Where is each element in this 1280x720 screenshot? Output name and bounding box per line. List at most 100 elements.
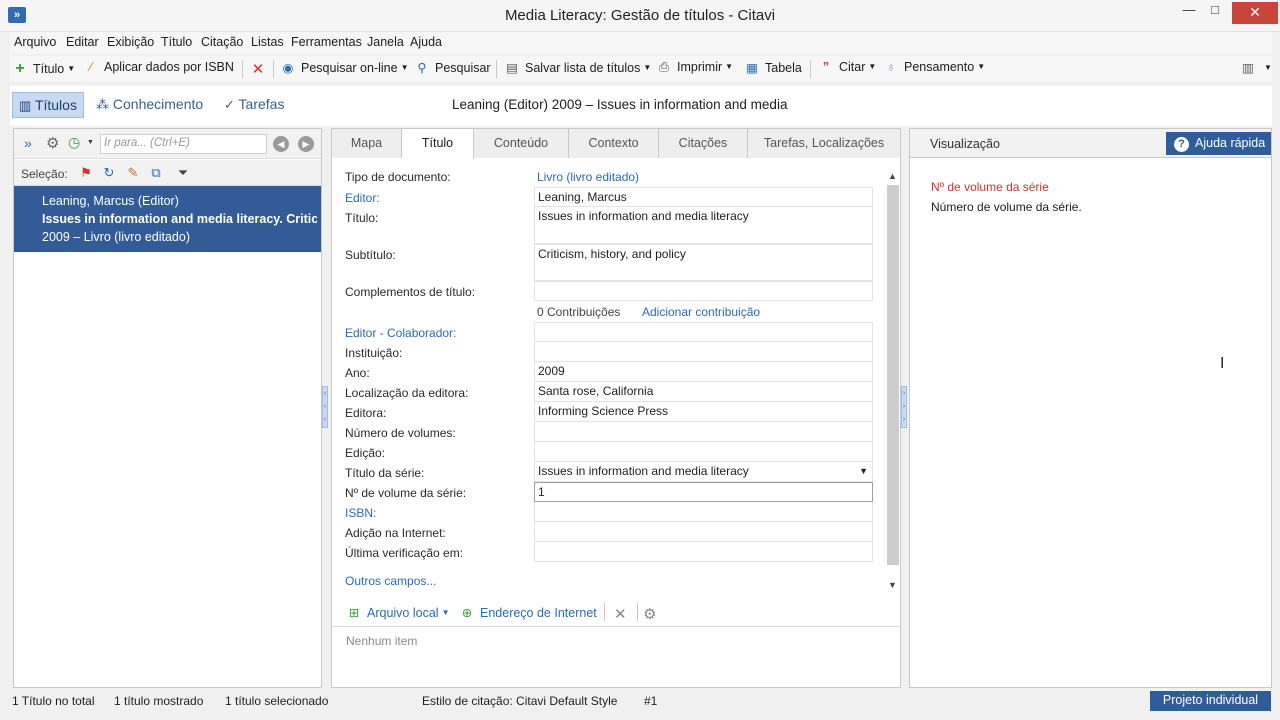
number-of-volumes-field[interactable] bbox=[534, 422, 873, 442]
edition-field[interactable] bbox=[534, 442, 873, 462]
lightbulb-icon: ♁ bbox=[886, 60, 896, 74]
institution-field[interactable] bbox=[534, 342, 873, 362]
menu-editar[interactable]: Editar bbox=[66, 35, 99, 49]
copy-icon[interactable]: ⧉ bbox=[148, 165, 164, 181]
local-file-label: Arquivo local bbox=[367, 606, 439, 620]
tab-contexto[interactable]: Contexto bbox=[569, 129, 659, 158]
tab-tarefas-localizacoes[interactable]: Tarefas, Localizações bbox=[748, 129, 900, 158]
nav-tab-conhecimento-label: Conhecimento bbox=[112, 96, 204, 112]
globe-search-icon: ◉ bbox=[282, 61, 294, 75]
left-splitter[interactable]: ‹ ‹ ‹ bbox=[322, 386, 328, 428]
remove-attachment-button[interactable]: ✕ bbox=[614, 605, 627, 625]
menu-titulo[interactable]: Título bbox=[161, 35, 192, 49]
add-contribution-link[interactable]: Adicionar contribuição bbox=[642, 305, 760, 319]
nav-tab-conhecimento[interactable]: ⁂ Conhecimento bbox=[90, 92, 209, 118]
search-label: Pesquisar bbox=[435, 61, 491, 75]
web-address-icon: ⊕ bbox=[461, 606, 473, 620]
local-file-button[interactable]: ⊞ Arquivo local ▼ bbox=[346, 605, 450, 625]
refresh-icon[interactable]: ↻ bbox=[101, 165, 117, 181]
flag-icon[interactable]: ⚑ bbox=[78, 165, 94, 181]
editor-field[interactable]: Leaning, Marcus bbox=[534, 187, 873, 207]
nav-tab-titulos[interactable]: ▥ Títulos bbox=[12, 92, 84, 118]
tag-icon[interactable]: ✎ bbox=[125, 165, 141, 181]
new-title-button[interactable]: + Título ▼ bbox=[12, 60, 75, 80]
chevron-down-icon[interactable]: ▼ bbox=[87, 139, 94, 146]
search-button[interactable]: ⚲ Pesquisar bbox=[414, 60, 491, 80]
isbn-field[interactable] bbox=[534, 502, 873, 522]
print-button[interactable]: ⎙ Imprimir ▼ bbox=[656, 60, 733, 80]
menu-bar: Arquivo Editar Exibição Título Citação L… bbox=[10, 32, 1272, 54]
save-title-list-button[interactable]: ▤ Salvar lista de títulos ▼ bbox=[504, 60, 651, 80]
last-checked-field[interactable] bbox=[534, 542, 873, 562]
field-label-ano: Ano: bbox=[345, 366, 370, 380]
internet-addition-field[interactable] bbox=[534, 522, 873, 542]
more-fields-link[interactable]: Outros campos... bbox=[345, 574, 436, 588]
form-scrollbar[interactable]: ▲ ▼ bbox=[885, 169, 900, 593]
nav-tab-tarefas[interactable]: ✓ Tarefas bbox=[218, 92, 290, 118]
web-address-button[interactable]: ⊕ Endereço de Internet bbox=[459, 605, 597, 625]
tab-mapa[interactable]: Mapa bbox=[332, 129, 402, 158]
apply-isbn-button[interactable]: ⁄ Aplicar dados por ISBN bbox=[83, 60, 234, 80]
list-toolbar: » ⚙ ◷ ▼ Ir para... (Ctrl+E) ◀ ▶ bbox=[14, 129, 321, 159]
attachment-settings-button[interactable]: ⚙ bbox=[643, 605, 656, 625]
field-label-titulo-serie: Título da série: bbox=[345, 466, 425, 480]
menu-arquivo[interactable]: Arquivo bbox=[14, 35, 56, 49]
tab-titulo[interactable]: Título bbox=[402, 129, 474, 159]
tab-conteudo[interactable]: Conteúdo bbox=[474, 129, 569, 158]
field-label-editor-colaborador[interactable]: Editor - Colaborador: bbox=[345, 326, 456, 340]
editor-collaborator-field[interactable] bbox=[534, 322, 873, 342]
title-list-item[interactable]: Leaning, Marcus (Editor) Issues in infor… bbox=[14, 186, 321, 252]
nav-row: ▥ Títulos ⁂ Conhecimento ✓ Tarefas Leani… bbox=[10, 86, 1272, 126]
close-button[interactable]: ✕ bbox=[1232, 2, 1278, 24]
status-total: 1 Título no total bbox=[12, 694, 95, 708]
subtitle-field[interactable]: Criticism, history, and policy bbox=[534, 244, 873, 281]
quote-icon: ” bbox=[822, 60, 830, 74]
nav-tab-titulos-label: Títulos bbox=[34, 97, 77, 113]
publisher-location-field[interactable]: Santa rose, California bbox=[534, 382, 873, 402]
cite-button[interactable]: ” Citar ▼ bbox=[818, 60, 876, 80]
delete-button[interactable]: ✕ bbox=[250, 60, 271, 80]
go-to-search-input[interactable]: Ir para... (Ctrl+E) bbox=[100, 134, 267, 154]
contributions-count: 0 Contribuições bbox=[537, 305, 621, 319]
scrollbar-thumb[interactable] bbox=[887, 185, 899, 565]
forward-icon[interactable]: ▶ bbox=[298, 136, 314, 152]
back-icon[interactable]: ◀ bbox=[273, 136, 289, 152]
thought-label: Pensamento bbox=[904, 60, 975, 74]
title-field[interactable]: Issues in information and media literacy bbox=[534, 207, 873, 244]
series-title-select[interactable]: Issues in information and media literacy… bbox=[534, 462, 873, 482]
history-icon[interactable]: ◷ bbox=[68, 134, 80, 151]
scroll-down-icon[interactable]: ▼ bbox=[885, 580, 900, 590]
thought-button[interactable]: ♁ Pensamento ▼ bbox=[883, 60, 985, 80]
field-label-ultima-verificacao: Última verificação em: bbox=[345, 546, 464, 560]
layout-button[interactable]: ▥ ▼ bbox=[1240, 60, 1272, 80]
scroll-up-icon[interactable]: ▲ bbox=[885, 171, 900, 181]
menu-listas[interactable]: Listas bbox=[251, 35, 284, 49]
menu-janela[interactable]: Janela bbox=[367, 35, 404, 49]
menu-ferramentas[interactable]: Ferramentas bbox=[291, 35, 362, 49]
menu-citacao[interactable]: Citação bbox=[201, 35, 243, 49]
series-volume-field[interactable]: 1 bbox=[534, 482, 873, 502]
quick-help-button[interactable]: ? Ajuda rápida bbox=[1166, 132, 1271, 155]
search-online-button[interactable]: ◉ Pesquisar on-line ▼ bbox=[280, 60, 409, 80]
gear-icon[interactable]: ⚙ bbox=[46, 134, 59, 152]
tab-citacoes[interactable]: Citações bbox=[659, 129, 748, 158]
title-supplement-field[interactable] bbox=[534, 281, 873, 301]
menu-exibicao[interactable]: Exibição bbox=[107, 35, 154, 49]
project-type-badge[interactable]: Projeto individual bbox=[1150, 691, 1271, 711]
table-button[interactable]: ▦ Tabela bbox=[744, 60, 802, 80]
list-item-title: Issues in information and media literacy… bbox=[42, 212, 317, 226]
status-citation-style[interactable]: Estilo de citação: Citavi Default Style bbox=[422, 694, 617, 708]
filter-icon[interactable]: ⏷ bbox=[175, 165, 191, 181]
right-splitter[interactable]: › › › bbox=[901, 386, 907, 428]
field-label-editor[interactable]: Editor: bbox=[345, 191, 380, 205]
expand-panel-icon[interactable]: » bbox=[24, 135, 32, 151]
year-field[interactable]: 2009 bbox=[534, 362, 873, 382]
chevron-down-icon[interactable]: ▼ bbox=[859, 466, 868, 476]
document-type-link[interactable]: Livro (livro editado) bbox=[537, 170, 639, 184]
menu-ajuda[interactable]: Ajuda bbox=[410, 35, 442, 49]
field-label-tipo-documento: Tipo de documento: bbox=[345, 170, 451, 184]
minimize-button[interactable]: — bbox=[1176, 2, 1202, 24]
field-label-isbn[interactable]: ISBN: bbox=[345, 506, 376, 520]
maximize-button[interactable]: □ bbox=[1202, 2, 1228, 24]
publisher-field[interactable]: Informing Science Press bbox=[534, 402, 873, 422]
